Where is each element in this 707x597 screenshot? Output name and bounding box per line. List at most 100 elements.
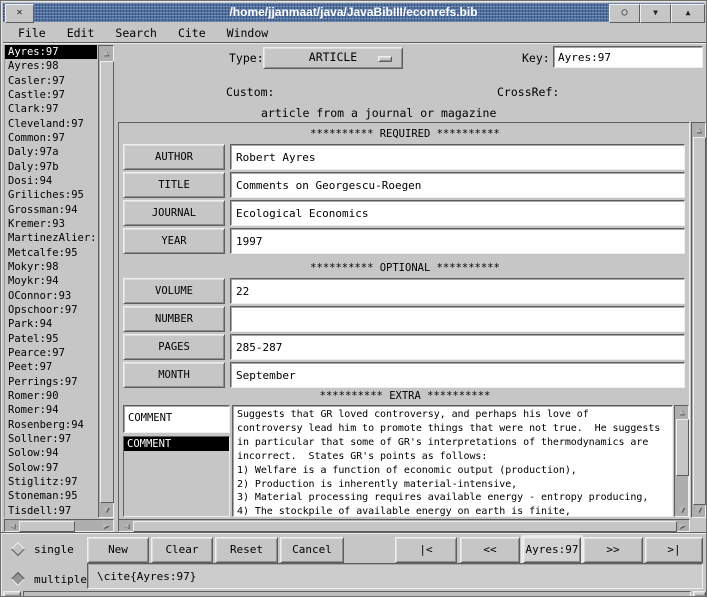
new-button[interactable]: New — [87, 537, 149, 563]
list-vscroll-thumb[interactable] — [100, 61, 114, 503]
list-hscroll-thumb[interactable] — [19, 521, 75, 532]
title-field-label[interactable]: TITLE — [123, 172, 225, 198]
reset-button[interactable]: Reset — [215, 537, 278, 563]
list-item[interactable]: Solow:94 — [5, 446, 97, 460]
form-scroll-right-icon[interactable]: ▶ — [676, 520, 688, 532]
menu-file[interactable]: File — [12, 24, 52, 42]
menu-search[interactable]: Search — [109, 24, 163, 42]
list-item[interactable]: Dosi:94 — [5, 174, 97, 188]
list-item[interactable]: Romer:90 — [5, 389, 97, 403]
single-mode-radio[interactable] — [11, 542, 25, 556]
list-scroll-right-icon[interactable]: ▶ — [100, 520, 112, 532]
list-item[interactable]: Daly:97b — [5, 160, 97, 174]
key-input[interactable] — [553, 46, 703, 68]
journal-field-label[interactable]: JOURNAL — [123, 200, 225, 226]
textarea-scroll-down-icon[interactable]: ▼ — [675, 504, 688, 516]
list-item[interactable]: Sollner:97 — [5, 432, 97, 446]
year-input[interactable] — [230, 228, 685, 254]
form-vscroll-thumb[interactable] — [693, 137, 706, 505]
cancel-button[interactable]: Cancel — [280, 537, 344, 563]
list-item[interactable]: Rosenberg:94 — [5, 418, 97, 432]
title-input[interactable] — [230, 172, 685, 198]
list-item[interactable]: Romer:94 — [5, 403, 97, 417]
cite-command-input[interactable] — [87, 563, 703, 589]
textarea-vscroll-thumb[interactable] — [676, 419, 689, 476]
list-item[interactable]: Park:94 — [5, 317, 97, 331]
clear-button[interactable]: Clear — [151, 537, 213, 563]
list-item[interactable]: Ayres:98 — [5, 59, 97, 73]
resize-grip-right[interactable] — [693, 591, 706, 597]
month-input[interactable] — [230, 362, 685, 388]
form-hscroll-thumb[interactable] — [133, 521, 677, 532]
list-item[interactable]: Kremer:93 — [5, 217, 97, 231]
circle-button[interactable]: ○ — [609, 4, 640, 23]
list-vscrollbar[interactable]: ▲ ▼ — [98, 45, 114, 518]
nav-prev-button[interactable]: << — [460, 537, 520, 563]
form-vscrollbar[interactable]: ▲ ▼ — [691, 122, 706, 518]
list-item[interactable]: Clark:97 — [5, 102, 97, 116]
list-item[interactable]: Griliches:95 — [5, 188, 97, 202]
nav-last-button[interactable]: >| — [645, 537, 703, 563]
nav-next-button[interactable]: >> — [583, 537, 643, 563]
month-field-label[interactable]: MONTH — [123, 362, 225, 388]
raise-window-button[interactable]: ▲ — [671, 4, 705, 23]
extra-field-selector[interactable]: COMMENT — [123, 405, 230, 433]
form-scroll-left-icon[interactable]: ◀ — [120, 520, 132, 532]
form-scroll-up-icon[interactable]: ▲ — [692, 124, 705, 136]
list-item[interactable]: Peet:97 — [5, 360, 97, 374]
textarea-vscrollbar[interactable]: ▲ ▼ — [674, 405, 689, 517]
list-item[interactable]: Metcalfe:95 — [5, 246, 97, 260]
menu-edit[interactable]: Edit — [61, 24, 101, 42]
list-item[interactable]: Solow:97 — [5, 461, 97, 475]
multiple-mode-radio[interactable] — [11, 572, 25, 586]
number-field-label[interactable]: NUMBER — [123, 306, 225, 332]
form-hscrollbar[interactable]: ◀ ▶ — [118, 519, 690, 532]
reference-list[interactable]: Ayres:97Ayres:98Casler:97Castle:97Clark:… — [4, 45, 97, 518]
key-label: Key: — [522, 51, 550, 65]
pages-input[interactable] — [230, 334, 685, 360]
list-item[interactable]: OConnor:93 — [5, 289, 97, 303]
list-item[interactable]: Mokyr:98 — [5, 260, 97, 274]
volume-field-label[interactable]: VOLUME — [123, 278, 225, 304]
pages-field-label[interactable]: PAGES — [123, 334, 225, 360]
list-item[interactable]: Pearce:97 — [5, 346, 97, 360]
list-item[interactable]: Cleveland:97 — [5, 117, 97, 131]
extra-textarea[interactable]: Suggests that GR loved controversy, and … — [232, 405, 673, 517]
resize-grip-left[interactable] — [3, 591, 21, 597]
year-field-label[interactable]: YEAR — [123, 228, 225, 254]
titlebar[interactable]: ✕ /home/jjanmaat/java/JavaBibIII/econref… — [3, 3, 704, 22]
nav-current-record[interactable]: Ayres:97 — [523, 537, 581, 563]
author-input[interactable] — [230, 144, 685, 170]
list-item[interactable]: MartinezAlier:9 — [5, 231, 97, 245]
list-item[interactable]: Opschoor:97 — [5, 303, 97, 317]
type-option-menu[interactable]: ARTICLE — [263, 47, 403, 69]
list-item[interactable]: Ayres:97 — [5, 45, 97, 59]
lower-window-button[interactable]: ▼ — [640, 4, 671, 23]
textarea-scroll-up-icon[interactable]: ▲ — [675, 406, 688, 418]
list-scroll-down-icon[interactable]: ▼ — [99, 504, 113, 516]
extra-field-list[interactable]: COMMENT — [123, 436, 230, 517]
list-item[interactable]: Common:97 — [5, 131, 97, 145]
list-hscrollbar[interactable]: ◀ ▶ — [4, 519, 114, 532]
volume-input[interactable] — [230, 278, 685, 304]
list-scroll-left-icon[interactable]: ◀ — [6, 520, 18, 532]
list-item[interactable]: Moykr:94 — [5, 274, 97, 288]
list-item[interactable]: Grossman:94 — [5, 203, 97, 217]
form-scroll-down-icon[interactable]: ▼ — [692, 504, 705, 516]
list-item[interactable]: Castle:97 — [5, 88, 97, 102]
list-item[interactable]: Stiglitz:97 — [5, 475, 97, 489]
list-item[interactable]: Casler:97 — [5, 74, 97, 88]
author-field-label[interactable]: AUTHOR — [123, 144, 225, 170]
extra-field-list-item[interactable]: COMMENT — [124, 437, 229, 451]
number-input[interactable] — [230, 306, 685, 332]
journal-input[interactable] — [230, 200, 685, 226]
menu-window[interactable]: Window — [221, 24, 275, 42]
menu-cite[interactable]: Cite — [172, 24, 212, 42]
list-item[interactable]: Daly:97a — [5, 145, 97, 159]
nav-first-button[interactable]: |< — [395, 537, 457, 563]
list-scroll-up-icon[interactable]: ▲ — [99, 47, 113, 59]
list-item[interactable]: Stoneman:95 — [5, 489, 97, 503]
list-item[interactable]: Perrings:97 — [5, 375, 97, 389]
list-item[interactable]: Patel:95 — [5, 332, 97, 346]
list-item[interactable]: Tisdell:97 — [5, 504, 97, 518]
